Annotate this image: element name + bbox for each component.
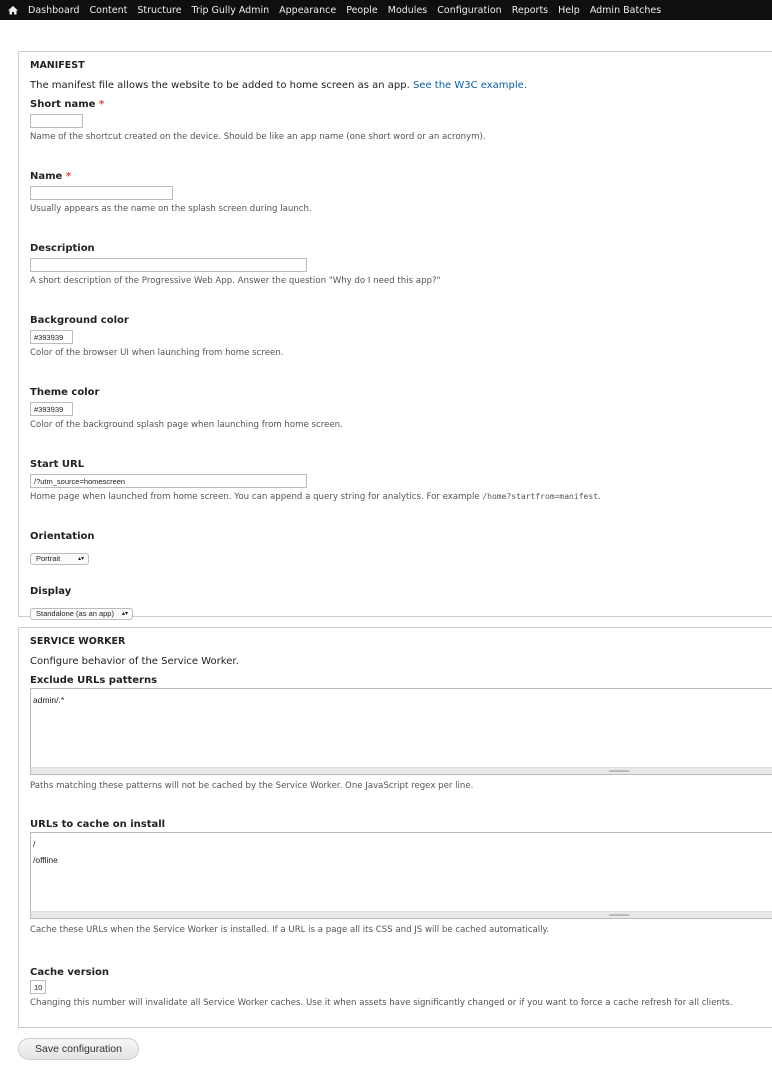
toolbar-configuration[interactable]: Configuration [437,5,501,16]
cache-version-description: Changing this number will invalidate all… [30,998,733,1008]
required-marker: * [98,99,105,110]
description-input[interactable] [30,258,307,272]
admin-toolbar: Dashboard Content Structure Trip Gully A… [0,0,772,20]
background-color-label: Background color [30,315,129,326]
name-input[interactable] [30,186,173,200]
urls-to-cache-textarea[interactable]: / /offline [30,832,772,919]
select-arrows-icon: ▴▾ [77,556,84,562]
orientation-select[interactable]: Portrait ▴▾ [30,552,89,565]
toolbar-modules[interactable]: Modules [388,5,428,16]
cache-version-label: Cache version [30,967,109,978]
display-label: Display [30,586,72,597]
manifest-intro: The manifest file allows the website to … [30,80,767,91]
name-item: Name * Usually appears as the name on th… [30,171,767,216]
start-url-label: Start URL [30,459,85,470]
example-code: /home?startfrom=manifest [482,492,598,501]
background-color-item: Background color Color of the browser UI… [30,315,767,360]
start-url-description: Home page when launched from home screen… [30,492,601,502]
background-color-description: Color of the browser UI when launching f… [30,348,284,358]
toolbar-admin-batches[interactable]: Admin Batches [590,5,661,16]
orientation-item: Orientation Portrait ▴▾ [30,531,767,565]
short-name-description: Name of the shortcut created on the devi… [30,132,486,142]
service-worker-fieldset: SERVICE WORKER Configure behavior of the… [18,627,772,1028]
description-description: A short description of the Progressive W… [30,276,441,286]
exclude-urls-item: Exclude URLs patterns admin/.* Paths mat… [30,675,772,793]
resize-handle[interactable] [31,767,772,774]
service-worker-legend: SERVICE WORKER [30,636,126,647]
cache-version-item: Cache version Changing this number will … [30,967,772,1010]
toolbar-content[interactable]: Content [90,5,128,16]
toolbar-structure[interactable]: Structure [137,5,181,16]
toolbar-reports[interactable]: Reports [512,5,548,16]
w3c-example-link[interactable]: See the W3C example. [413,80,527,91]
urls-to-cache-description: Cache these URLs when the Service Worker… [30,925,550,935]
start-url-input[interactable] [30,474,307,488]
theme-color-input[interactable] [30,402,73,416]
description-label: Description [30,243,95,254]
theme-color-item: Theme color Color of the background spla… [30,387,767,432]
resize-handle[interactable] [31,911,772,918]
display-select[interactable]: Standalone (as an app) ▴▾ [30,607,133,620]
toolbar-trip-gully-admin[interactable]: Trip Gully Admin [192,5,270,16]
name-description: Usually appears as the name on the splas… [30,204,312,214]
short-name-item: Short name * Name of the shortcut create… [30,99,767,144]
start-url-item: Start URL Home page when launched from h… [30,459,767,504]
urls-to-cache-item: URLs to cache on install / /offline Cach… [30,819,772,937]
manifest-intro-text: The manifest file allows the website to … [30,80,410,91]
exclude-urls-textarea[interactable]: admin/.* [30,688,772,775]
save-configuration-button[interactable]: Save configuration [18,1038,139,1060]
exclude-urls-label: Exclude URLs patterns [30,675,158,686]
cache-version-input[interactable] [30,980,46,994]
short-name-input[interactable] [30,114,83,128]
theme-color-description: Color of the background splash page when… [30,420,343,430]
description-item: Description A short description of the P… [30,243,767,288]
exclude-urls-description: Paths matching these patterns will not b… [30,781,474,791]
short-name-label: Short name * [30,99,105,110]
manifest-fieldset: MANIFEST The manifest file allows the we… [18,51,772,620]
toolbar-dashboard[interactable]: Dashboard [28,5,80,16]
service-worker-intro: Configure behavior of the Service Worker… [30,656,239,667]
name-label: Name * [30,171,72,182]
required-marker: * [65,171,72,182]
toolbar-help[interactable]: Help [558,5,580,16]
display-item: Display Standalone (as an app) ▴▾ [30,586,767,620]
background-color-input[interactable] [30,330,73,344]
home-icon[interactable] [8,5,18,15]
manifest-legend: MANIFEST [30,60,85,71]
theme-color-label: Theme color [30,387,100,398]
toolbar-appearance[interactable]: Appearance [279,5,336,16]
toolbar-people[interactable]: People [346,5,378,16]
orientation-label: Orientation [30,531,95,542]
urls-to-cache-label: URLs to cache on install [30,819,166,830]
select-arrows-icon: ▴▾ [121,611,128,617]
